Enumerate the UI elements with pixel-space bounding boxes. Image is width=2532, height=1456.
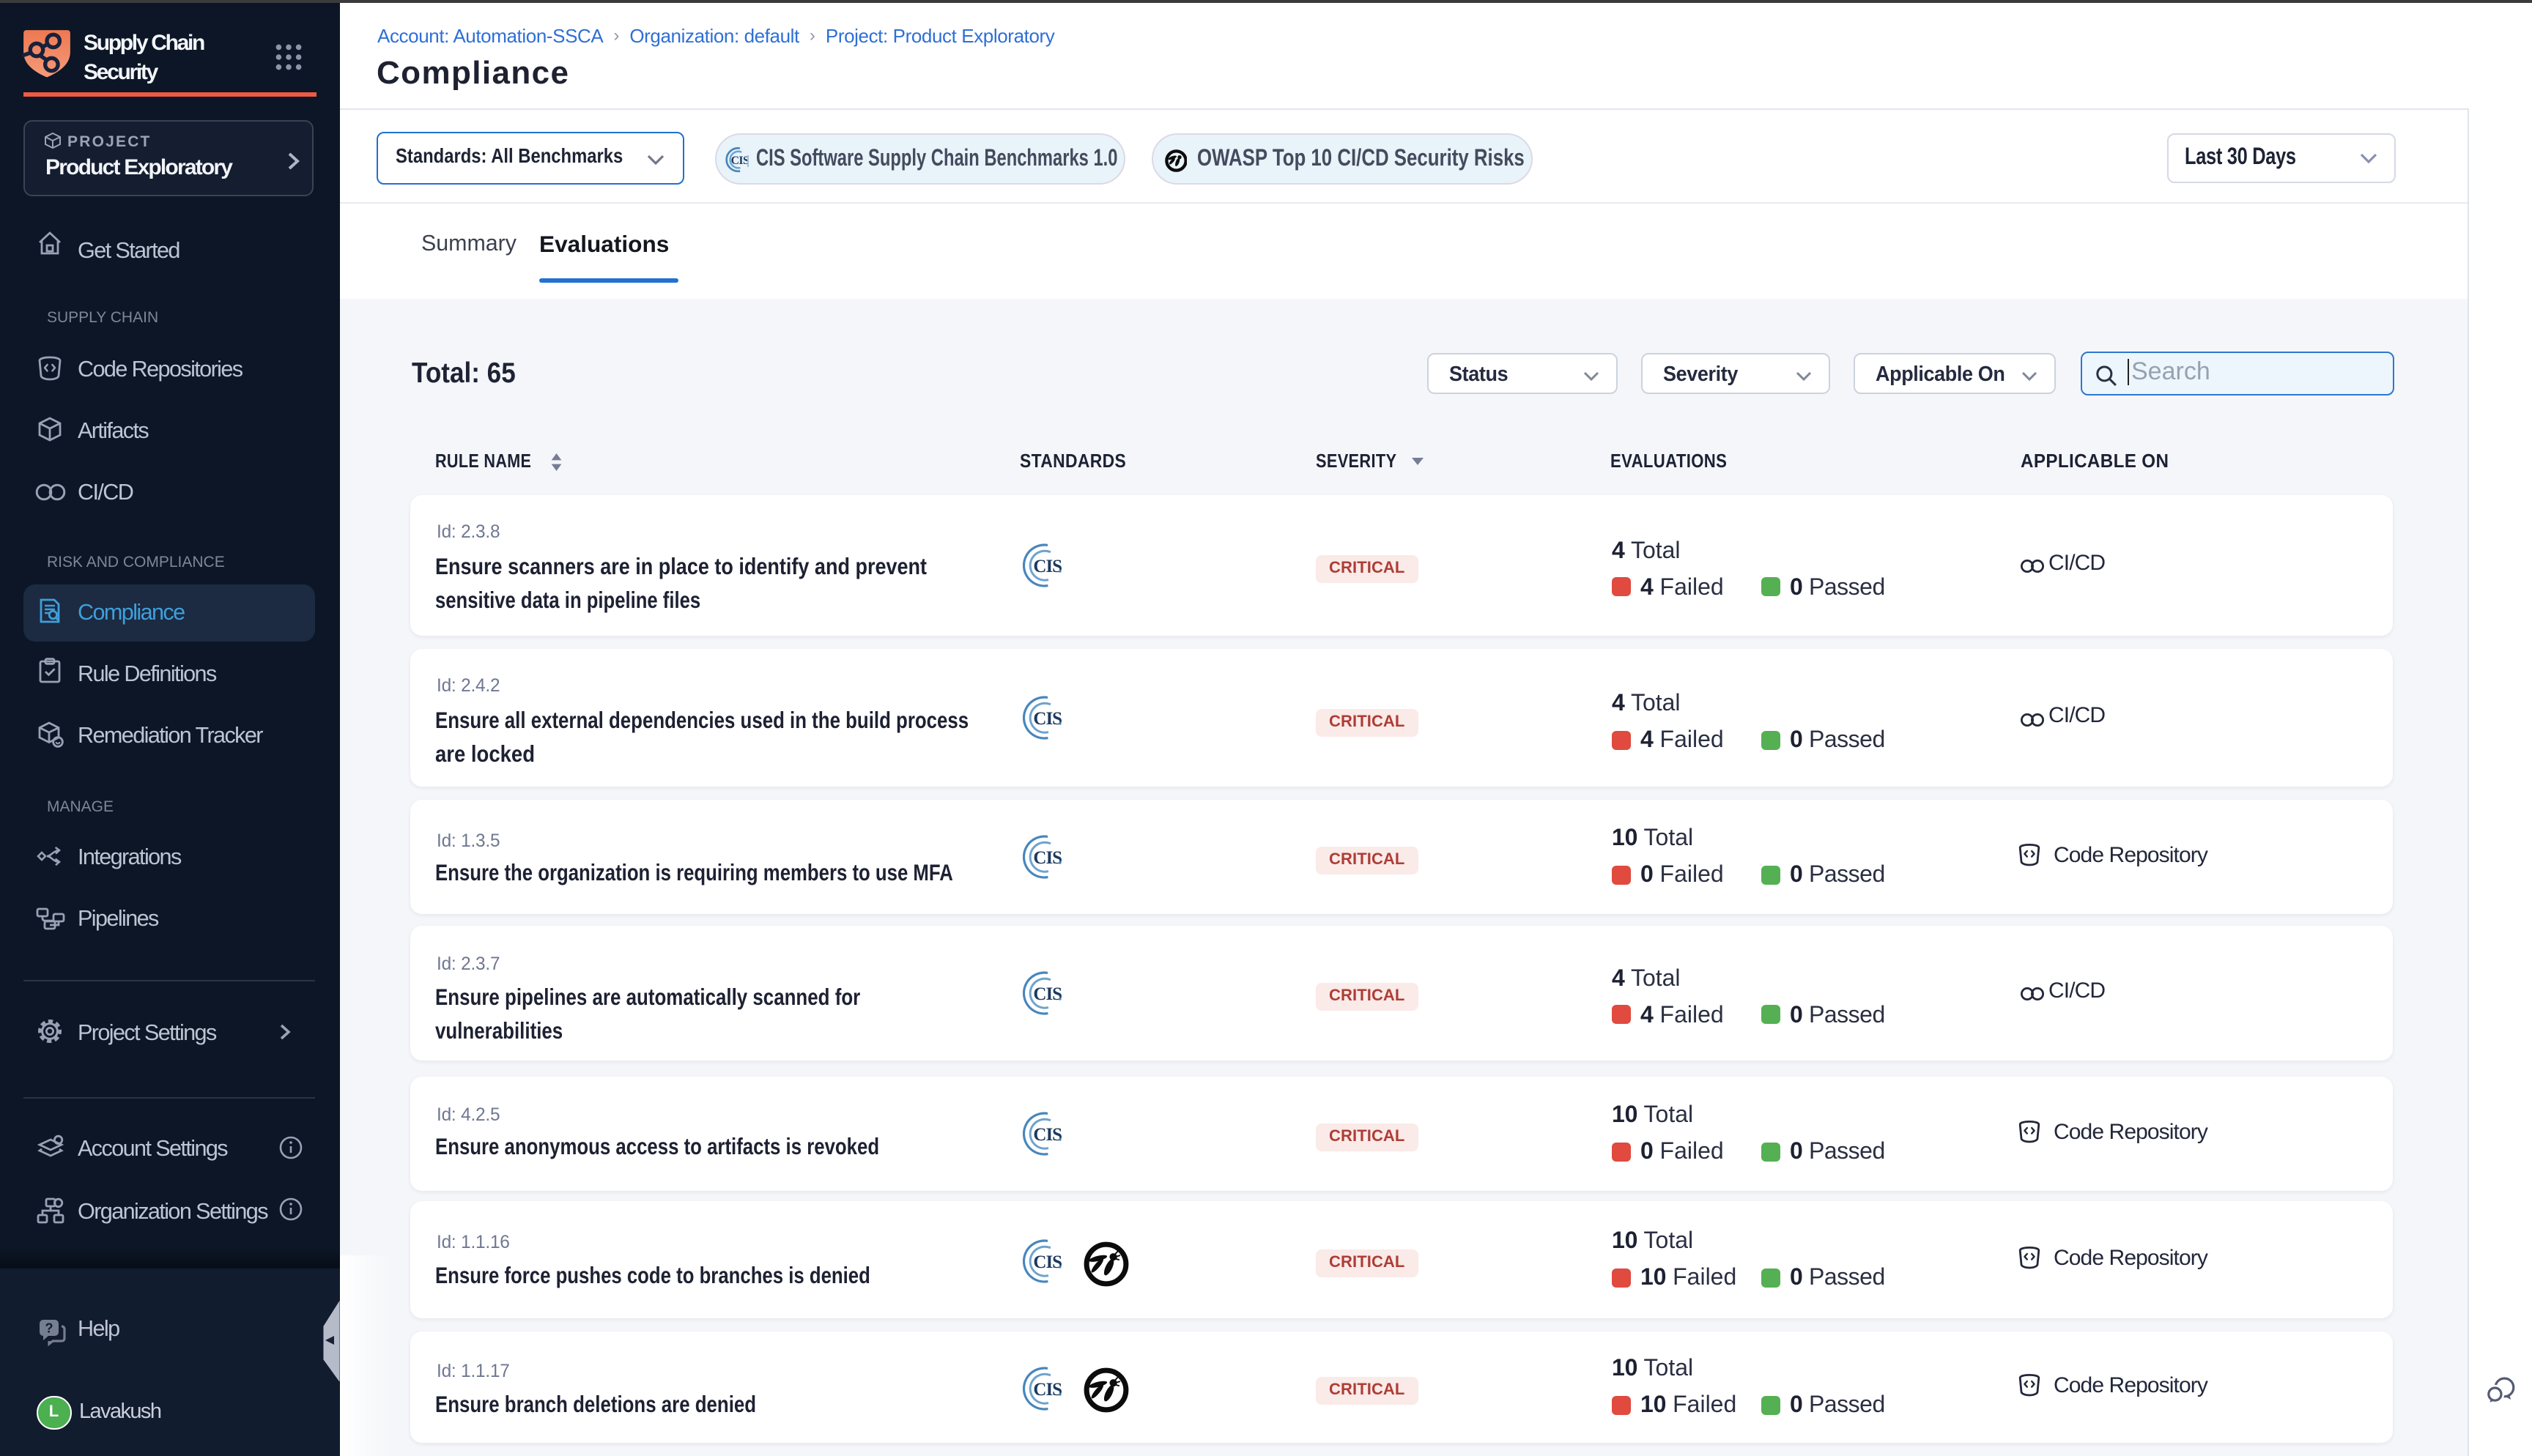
svg-text:CIS: CIS (1033, 1252, 1062, 1272)
svg-text:CIS: CIS (1033, 709, 1062, 729)
svg-text:?: ? (45, 1321, 53, 1336)
svg-text:CIS: CIS (1033, 1380, 1062, 1400)
svg-text:CIS: CIS (1033, 1125, 1062, 1145)
svg-text:CIS: CIS (1033, 556, 1062, 576)
svg-text:CIS: CIS (1033, 984, 1062, 1003)
svg-text:CIS: CIS (730, 155, 748, 168)
svg-text:CIS: CIS (1033, 848, 1062, 868)
